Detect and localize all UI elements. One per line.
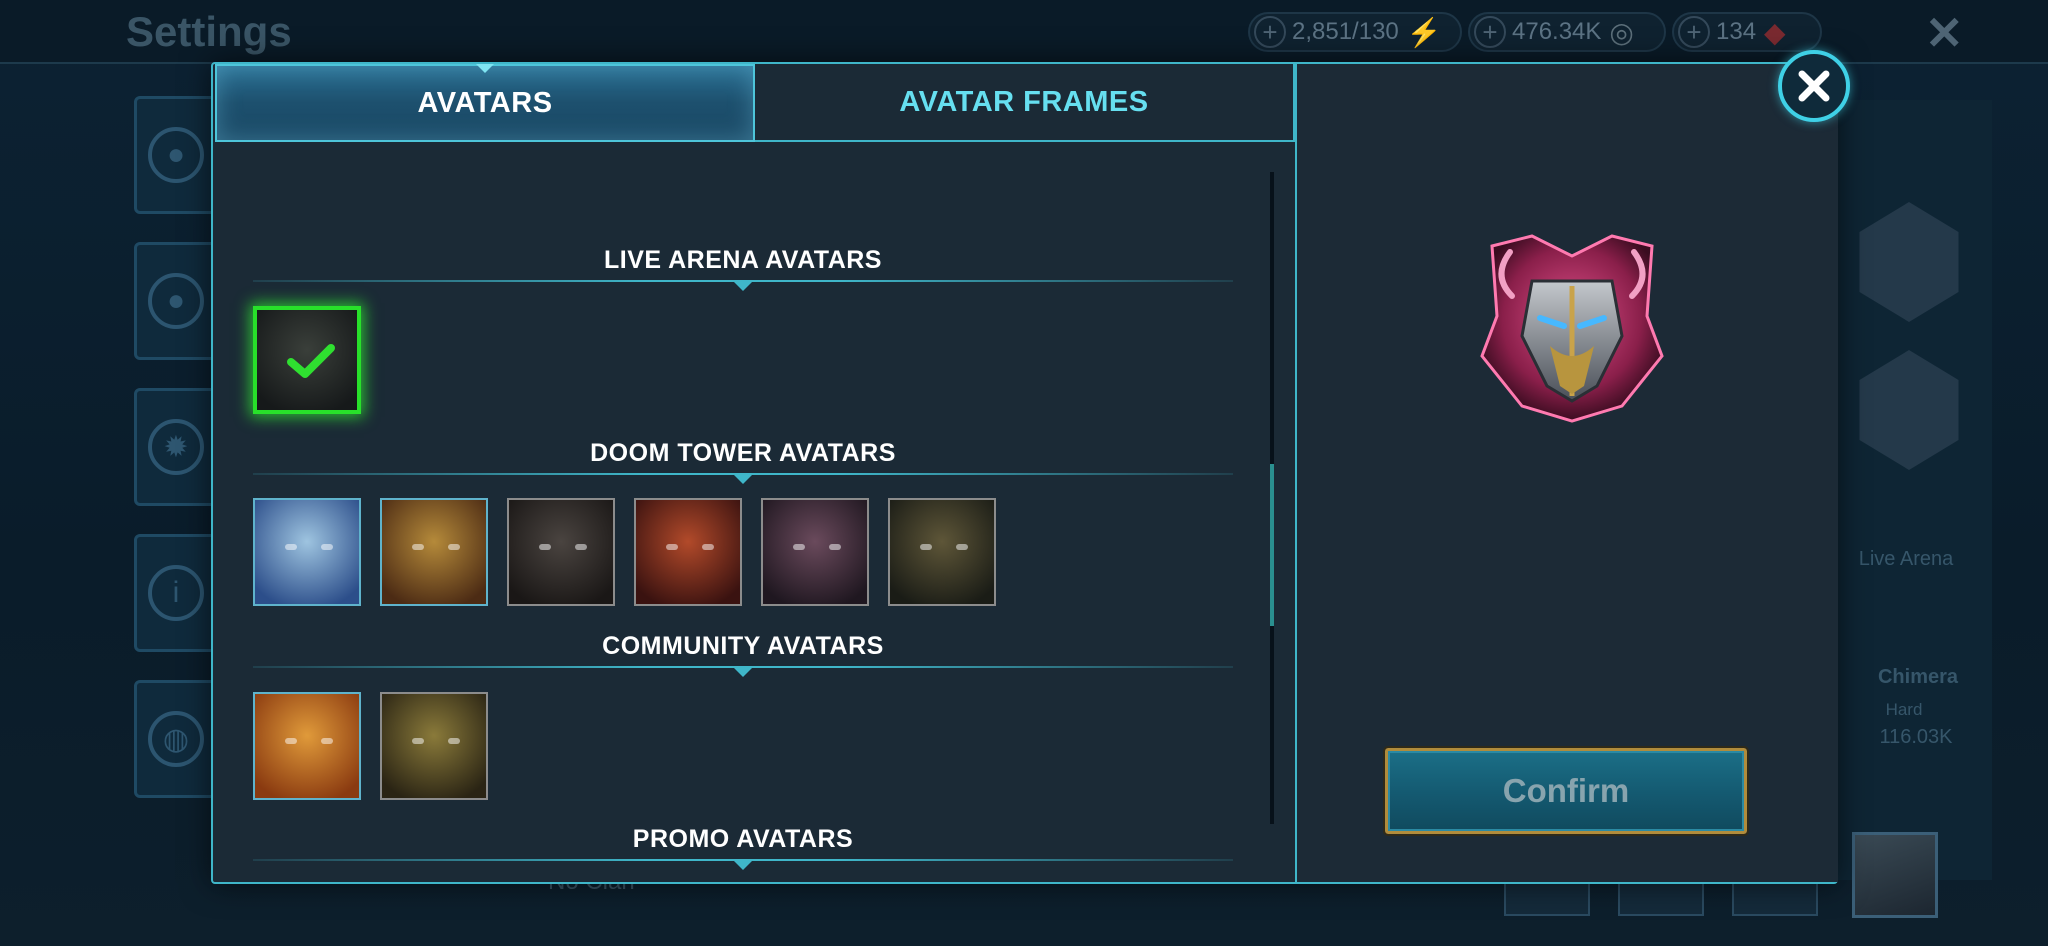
sidebar-profile-button[interactable]: ● <box>134 96 218 214</box>
avatar-tile-1-3[interactable] <box>634 498 742 606</box>
section-title: PROMO AVATARS <box>632 825 854 853</box>
sidebar-settings-button[interactable]: ✹ <box>134 388 218 506</box>
gem-icon: ◆ <box>1764 16 1786 48</box>
section-title: LIVE ARENA AVATARS <box>604 246 882 274</box>
scrollbar-thumb[interactable] <box>1270 464 1274 626</box>
avatar-eyes <box>285 738 333 746</box>
section-marker-icon <box>734 282 752 291</box>
avatar-tile-1-1[interactable] <box>380 498 488 606</box>
top-bar: Settings + 2,851/130 ⚡ + 476.34K ◎ + 134… <box>0 0 2048 64</box>
gear-icon: ✹ <box>148 419 204 475</box>
section-marker-icon <box>734 861 752 870</box>
difficulty-label: Hard <box>1885 700 1923 719</box>
avatar-preview-pane: Confirm <box>1297 64 1838 882</box>
avatar-eyes <box>412 738 460 746</box>
avatar-list[interactable]: LIVE ARENA AVATARS DOOM TOWER AVATARS CO… <box>213 142 1295 882</box>
sidebar-language-button[interactable]: ◍ <box>134 680 218 798</box>
close-icon <box>1798 70 1830 102</box>
profile-icon: ● <box>148 127 204 183</box>
energy-icon: ⚡ <box>1406 16 1442 48</box>
tab-avatars-label: AVATARS <box>417 86 553 119</box>
section-title: DOOM TOWER AVATARS <box>590 439 896 467</box>
confirm-button[interactable]: Confirm <box>1383 746 1749 836</box>
sidebar-info-button[interactable]: i <box>134 534 218 652</box>
silver-value: 476.34K <box>1512 18 1602 45</box>
account-icon: ● <box>148 273 204 329</box>
bottom-tile-1 <box>1504 880 1590 916</box>
add-gems-button[interactable]: + <box>1678 16 1710 48</box>
avatar-tile-1-0[interactable] <box>253 498 361 606</box>
live-arena-label: Live Arena <box>1858 548 1954 570</box>
page-title: Settings <box>126 8 292 55</box>
avatar-tile-1-2[interactable] <box>507 498 615 606</box>
chimera-score: 116.03K <box>1879 726 1953 748</box>
add-silver-button[interactable]: + <box>1474 16 1506 48</box>
avatar-eyes <box>666 544 714 552</box>
rank-emblem <box>1859 350 1959 470</box>
section-marker-icon <box>734 668 752 677</box>
section-marker-icon <box>734 475 752 484</box>
avatar-eyes <box>412 544 460 552</box>
avatar-image <box>763 500 867 604</box>
energy-value: 2,851/130 <box>1292 18 1399 45</box>
info-icon: i <box>148 565 204 621</box>
avatar-tile-0-0[interactable] <box>253 306 361 414</box>
silver-coin-icon: ◎ <box>1609 16 1634 48</box>
bottom-tile-3 <box>1732 880 1818 916</box>
gem-value: 134 <box>1716 18 1757 45</box>
avatar-tile-1-4[interactable] <box>761 498 869 606</box>
avatar-eyes <box>793 544 841 552</box>
sidebar-account-button[interactable]: ● <box>134 242 218 360</box>
section-header-promo: PROMO AVATARS <box>253 825 1233 870</box>
section-title: COMMUNITY AVATARS <box>602 632 884 660</box>
tab-avatar-frames[interactable]: AVATAR FRAMES <box>755 64 1295 142</box>
selected-avatar-preview <box>1480 234 1664 423</box>
bottom-tile-2 <box>1618 880 1704 916</box>
avatar-image <box>255 694 359 798</box>
add-energy-button[interactable]: + <box>1254 16 1286 48</box>
tab-avatar-frames-label: AVATAR FRAMES <box>899 85 1149 118</box>
tab-avatars[interactable]: AVATARS <box>215 64 755 142</box>
checkmark-icon <box>287 344 335 378</box>
avatar-tile-2-0[interactable] <box>253 692 361 800</box>
avatar-image <box>382 694 486 798</box>
avatar-tile-2-1[interactable] <box>380 692 488 800</box>
avatar-image <box>636 500 740 604</box>
clan-emblem <box>1859 202 1959 322</box>
avatar-eyes <box>285 544 333 552</box>
close-settings-icon[interactable]: ✕ <box>1925 6 1964 60</box>
close-modal-button[interactable] <box>1778 50 1850 122</box>
silver-counter: + 476.34K ◎ <box>1468 12 1666 52</box>
section-header-community: COMMUNITY AVATARS <box>253 632 1233 677</box>
profile-side-panel: Live Arena Chimera Hard 116.03K <box>1822 100 1992 880</box>
gem-counter: + 134 ◆ <box>1672 12 1822 52</box>
section-header-doom-tower: DOOM TOWER AVATARS <box>253 439 1233 484</box>
section-header-live-arena: LIVE ARENA AVATARS <box>253 246 1233 291</box>
globe-icon: ◍ <box>148 711 204 767</box>
active-tab-indicator <box>476 64 494 73</box>
avatar-eyes <box>539 544 587 552</box>
avatar-image <box>509 500 613 604</box>
profile-avatar <box>1852 832 1938 918</box>
avatar-eyes <box>920 544 968 552</box>
chimera-label: Chimera <box>1877 666 1959 688</box>
avatar-selection-modal: AVATARS AVATAR FRAMES LIVE ARENA AVATARS… <box>211 62 1838 884</box>
avatar-image <box>890 500 994 604</box>
energy-counter: + 2,851/130 ⚡ <box>1248 12 1462 52</box>
avatar-image <box>382 500 486 604</box>
avatar-tile-1-5[interactable] <box>888 498 996 606</box>
avatar-image <box>255 500 359 604</box>
